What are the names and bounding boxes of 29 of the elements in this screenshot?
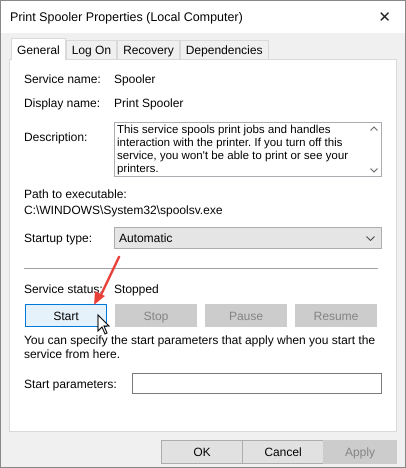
startup-type-dropdown[interactable]: Automatic bbox=[114, 227, 382, 249]
field-value: Print Spooler bbox=[114, 96, 184, 110]
tab[interactable]: Recovery bbox=[117, 40, 180, 59]
tab[interactable]: General bbox=[11, 38, 66, 60]
description-box[interactable]: This service spools print jobs and handles interaction with the printer. If you turn off this service, you won't be able to print or see your printers. bbox=[114, 122, 382, 177]
description-text: This service spools print jobs and handles interaction with the printer. If you turn off this service, you won't be able to print or see your printers. bbox=[116, 123, 350, 176]
scroll-down-icon[interactable] bbox=[370, 168, 378, 173]
window-title: Print Spooler Properties (Local Computer) bbox=[10, 10, 243, 24]
field-label: Service status: bbox=[24, 282, 104, 296]
chevron-down-icon bbox=[366, 236, 375, 240]
hint-text: You can specify the start parameters that apply when you start the service from here. bbox=[24, 333, 376, 361]
field-label: Description: bbox=[24, 130, 88, 144]
close-button[interactable]: ✕ bbox=[372, 8, 397, 26]
field-label: Start parameters: bbox=[24, 376, 118, 390]
field-label: Service name: bbox=[24, 72, 102, 86]
mouse-cursor-icon bbox=[98, 314, 110, 335]
dialog-button[interactable]: Cancel bbox=[242, 440, 324, 464]
scroll-up-icon[interactable] bbox=[370, 126, 378, 131]
path-value: C:\WINDOWS\System32\spoolsv.exe bbox=[24, 203, 224, 217]
field-label: Path to executable: bbox=[24, 187, 128, 201]
start-parameters-field[interactable] bbox=[132, 373, 382, 394]
field-label: Display name: bbox=[24, 96, 102, 110]
status-value: Stopped bbox=[114, 282, 159, 296]
tab[interactable]: Log On bbox=[66, 40, 118, 59]
service-button[interactable]: Start bbox=[25, 304, 107, 327]
field-value: Spooler bbox=[114, 72, 156, 86]
dialog-button[interactable]: OK bbox=[161, 440, 243, 464]
field-label: Startup type: bbox=[24, 231, 94, 245]
tab[interactable]: Dependencies bbox=[180, 40, 268, 59]
